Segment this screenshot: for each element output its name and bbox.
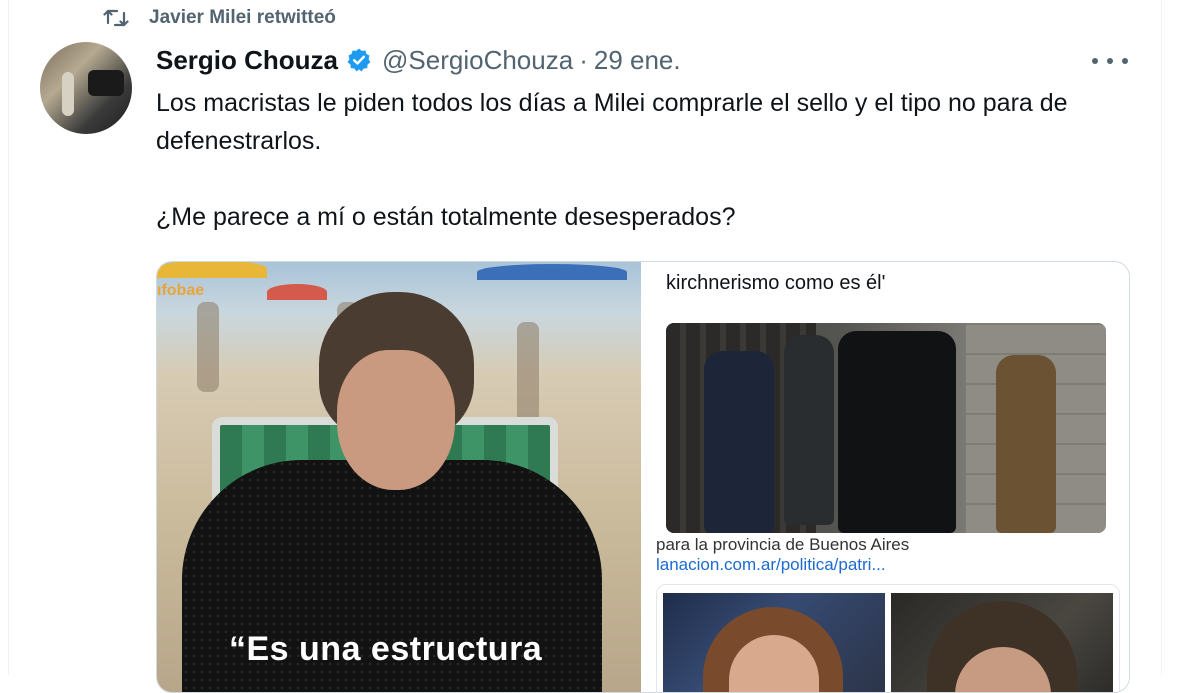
author-name[interactable]: Sergio Chouza	[156, 45, 338, 76]
image-caption: “Es una estructura	[229, 630, 543, 668]
media-grid[interactable]: ıfobae “Es una estructura … kirchnerismo…	[156, 261, 1130, 693]
avatar-camera-shape	[88, 70, 124, 96]
author-handle[interactable]: @SergioChouza	[382, 45, 573, 76]
avatar-person-shape	[62, 72, 74, 116]
person-shape	[838, 331, 956, 533]
news-thumb-right	[891, 593, 1113, 692]
media-image-left[interactable]: ıfobae “Es una estructura …	[157, 262, 641, 692]
retweet-icon	[103, 7, 129, 29]
image-caption-continued: …	[269, 672, 303, 692]
person-shape	[996, 355, 1056, 533]
news-card-bottom	[656, 584, 1120, 692]
news-photo-caption: para la provincia de Buenos Aires	[644, 533, 1129, 554]
media-image-right[interactable]: kirchnerismo como es él' para la provinc…	[644, 262, 1129, 692]
tweet-text: Los macristas le piden todos los días a …	[156, 89, 1068, 231]
screenshot-top-text: kirchnerismo como es él'	[666, 272, 886, 294]
brand-watermark: ıfobae	[157, 282, 205, 299]
umbrella-shape	[477, 264, 627, 280]
news-thumb-left	[663, 593, 885, 692]
umbrella-shape	[157, 262, 267, 278]
avatar[interactable]	[40, 42, 132, 134]
verified-badge-icon	[347, 48, 371, 72]
person-shape	[704, 351, 774, 533]
person-shape	[784, 335, 834, 525]
background-person	[197, 302, 219, 392]
news-photo-caption-text: para la provincia de Buenos Aires	[656, 535, 910, 554]
background-person	[517, 322, 539, 432]
tweet-date[interactable]: 29 ene.	[594, 45, 681, 76]
more-options-icon[interactable]	[1092, 50, 1128, 72]
retweet-label: Javier Milei retwitteó	[149, 7, 336, 28]
retweet-context[interactable]: Javier Milei retwitteó	[103, 6, 336, 30]
person-face-shape	[337, 350, 455, 490]
news-link[interactable]: lanacion.com.ar/politica/patri...	[656, 555, 886, 575]
news-photo	[666, 323, 1106, 533]
header-separator: ·	[579, 44, 588, 75]
umbrella-shape	[267, 284, 327, 300]
tweet-header: Sergio Chouza @SergioChouza · 29 ene.	[156, 42, 681, 78]
